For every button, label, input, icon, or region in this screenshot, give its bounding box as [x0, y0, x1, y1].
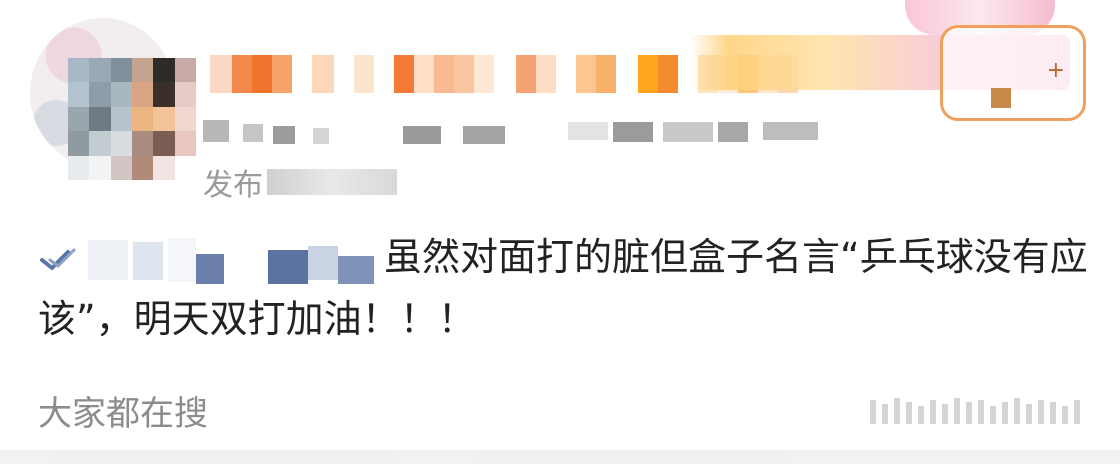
barcode-watermark: [870, 398, 1080, 424]
post-source: 发布: [203, 165, 397, 203]
link-arrow-icon: [40, 248, 76, 270]
weibo-post-card: + 发布 虽然对面打的脏但盒子名言“乒乓球没有应该”，明天双打加油！！！ 大家都…: [0, 0, 1120, 450]
source-prefix: 发布: [203, 168, 263, 203]
mention-link[interactable]: [38, 236, 378, 284]
fan-badge-icon[interactable]: +: [940, 25, 1086, 121]
avatar-pixelated-image: [68, 58, 196, 180]
trending-search-pills: [50, 450, 1070, 464]
user-avatar[interactable]: [30, 18, 196, 180]
post-body: 虽然对面打的脏但盒子名言“乒乓球没有应该”，明天双打加油！！！: [38, 226, 1088, 350]
source-app-obscured: [267, 169, 397, 195]
trending-search-title: 大家都在搜: [38, 394, 208, 434]
post-meta-obscured: [203, 118, 843, 146]
